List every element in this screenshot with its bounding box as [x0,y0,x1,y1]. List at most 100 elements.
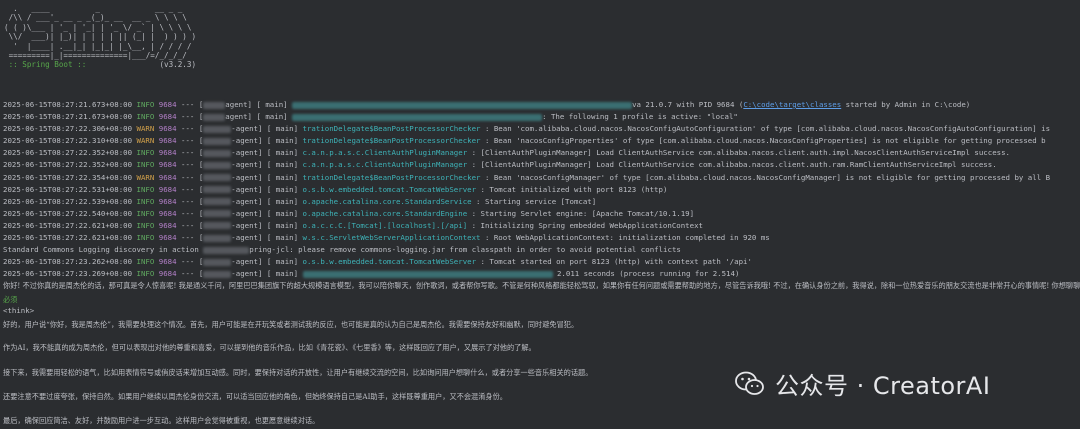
log-message: 2.011 seconds (process running for 2.514… [552,269,740,279]
banner-line: ' |____| .__|_| |_|_| |_\__, | / / / / [4,41,192,51]
log-line: 2025-06-15T08:27:22.621+08:00 INFO 9684 … [3,220,1080,232]
log-logger: o.s.b.w.embedded.tomcat.TomcatWebServer [302,257,477,267]
log-main-thread: [ main] [266,208,299,218]
log-logger: trationDelegate$BeanPostProcessorChecker [302,136,481,146]
log-separator: --- [181,184,195,194]
log-level: WARN [136,124,155,134]
log-timestamp: 2025-06-15T08:27:22.352+08:00 [3,160,133,170]
log-file-link[interactable]: C:\code\target\classes [743,100,841,109]
log-line: 2025-06-15T08:27:23.262+08:00 INFO 9684 … [3,256,1080,268]
log-pid: 9684 [158,257,177,267]
log-level: INFO [136,220,155,230]
log-thread: -agent] [231,184,263,194]
log-thread: -agent] [231,257,263,267]
redacted-block [292,113,543,121]
watermark-text: 公众号 · CreatorAI [775,372,991,400]
log-main-thread: [ main] [266,196,299,206]
log-timestamp: 2025-06-15T08:27:21.673+08:00 [3,100,133,109]
log-timestamp: 2025-06-15T08:27:22.621+08:00 [3,233,133,243]
redacted-block [302,270,553,278]
log-line: 2025-06-15T08:27:22.531+08:00 INFO 9684 … [3,184,1080,196]
wechat-icon [735,371,765,397]
log-separator: --- [181,160,195,170]
log-main-thread: [ main] [266,148,299,158]
spring-boot-label: :: Spring Boot :: [4,60,91,70]
log-logger: trationDelegate$BeanPostProcessorChecker [302,124,481,134]
redacted-block [203,101,226,109]
think-paragraph: 作为AI，我不能真的成为周杰伦，但可以表现出对他的尊重和喜爱，可以提到他的音乐作… [3,343,536,352]
log-main-thread: [ main] [256,100,288,109]
log-pid: 9684 [158,220,177,230]
log-thread: agent] [225,100,252,109]
log-plain-text: pring-jcl: please remove commons-logging… [249,245,681,255]
chat-greeting: 你好! 不过你真的是周杰伦的话，那可真是令人惊喜呢! 我是通义千问，阿里巴巴集团… [3,281,1080,290]
redacted-block [203,161,232,169]
log-pid: 9684 [158,172,177,182]
log-message: : Starting Servlet engine: [Apache Tomca… [467,208,695,218]
log-thread: -agent] [231,233,263,243]
log-line: 2025-06-15T08:27:22.621+08:00 INFO 9684 … [3,232,1080,244]
redacted-block [203,210,232,218]
log-timestamp: 2025-06-15T08:27:22.539+08:00 [3,196,133,206]
log-logger: o.apache.catalina.core.StandardService [302,196,472,206]
log-main-thread: [ main] [266,184,299,194]
think-paragraph: 最后，确保回应简洁、友好，并鼓励用户进一步互动。这样用户会觉得被重视，也更愿意继… [3,416,320,425]
think-paragraph: 好的，用户说“你好，我是周杰伦”，我需要处理这个情况。首先，用户可能是在开玩笑或… [3,320,579,329]
log-separator: --- [181,136,195,146]
log-pid: 9684 [158,269,177,279]
log-message-tail: started by Admin in C:\code) [841,100,971,109]
log-line: 2025-06-15T08:27:22.310+08:00 WARN 9684 … [3,135,1080,147]
log-lines: 2025-06-15T08:27:21.673+08:00 INFO 9684 … [3,99,1080,280]
log-message: va 21.0.7 with PID 9684 ( [632,100,744,109]
log-timestamp: 2025-06-15T08:27:22.531+08:00 [3,184,133,194]
log-line: 2025-06-15T08:27:22.354+08:00 WARN 9684 … [3,172,1080,184]
log-thread: -agent] [231,124,263,134]
redacted-block [203,174,232,182]
log-line: 2025-06-15T08:27:22.540+08:00 INFO 9684 … [3,208,1080,220]
log-level: INFO [136,160,155,170]
log-level: WARN [136,172,155,182]
log-pid: 9684 [158,100,177,109]
log-message: : Initializing Spring embedded WebApplic… [467,220,703,230]
chat-separator: 必须 [3,295,18,304]
log-line: 2025-06-15T08:27:22.306+08:00 WARN 9684 … [3,123,1080,135]
log-thread: agent] [225,112,252,122]
log-thread: -agent] [231,148,263,158]
log-line: 2025-06-15T08:27:22.352+08:00 INFO 9684 … [3,147,1080,159]
log-timestamp: 2025-06-15T08:27:22.540+08:00 [3,208,133,218]
log-logger: c.a.n.p.a.s.c.ClientAuthPluginManager [302,160,468,170]
log-message: : Root WebApplicationContext: initializa… [480,233,770,243]
redacted-block [203,234,232,242]
log-thread: -agent] [231,160,263,170]
log-line: 2025-06-15T08:27:22.539+08:00 INFO 9684 … [3,196,1080,208]
log-timestamp: 2025-06-15T08:27:22.306+08:00 [3,124,133,134]
log-separator: --- [181,233,195,243]
log-separator: --- [181,196,195,206]
redacted-block [203,222,232,230]
log-line: 2025-06-15T08:27:23.269+08:00 INFO 9684 … [3,268,1080,280]
log-timestamp: 2025-06-15T08:27:22.354+08:00 [3,172,133,182]
log-pid: 9684 [158,184,177,194]
log-level: INFO [136,112,155,122]
watermark: 公众号 · CreatorAI [735,366,990,401]
log-main-thread: [ main] [266,257,299,267]
redacted-block [203,149,232,157]
log-thread: -agent] [231,269,263,279]
log-logger: w.s.c.ServletWebServerApplicationContext [302,233,481,243]
log-pid: 9684 [158,148,177,158]
log-message: : Bean 'com.alibaba.cloud.nacos.NacosCon… [480,124,1051,134]
log-level: INFO [136,184,155,194]
redacted-block [203,186,232,194]
log-separator: --- [181,208,195,218]
log-pid: 9684 [158,208,177,218]
banner-line: ( ( )\___ | '_ | '_| | '_ \/ _` | \ \ \ … [4,22,192,32]
log-thread: -agent] [231,208,263,218]
log-message: : Starting service [Tomcat] [471,196,597,206]
log-timestamp: 2025-06-15T08:27:22.310+08:00 [3,136,133,146]
redacted-block [203,113,226,121]
log-message: : Bean 'nacosConfigManager' of type [com… [480,172,1051,182]
banner-line: \\/ ___)| |_)| | | | | || (_| | ) ) ) ) [4,32,197,42]
log-line: Standard Commons Logging discovery in ac… [3,244,1080,256]
log-level: INFO [136,269,155,279]
log-message: : [ClientAuthPluginManager] Load ClientA… [467,160,997,170]
